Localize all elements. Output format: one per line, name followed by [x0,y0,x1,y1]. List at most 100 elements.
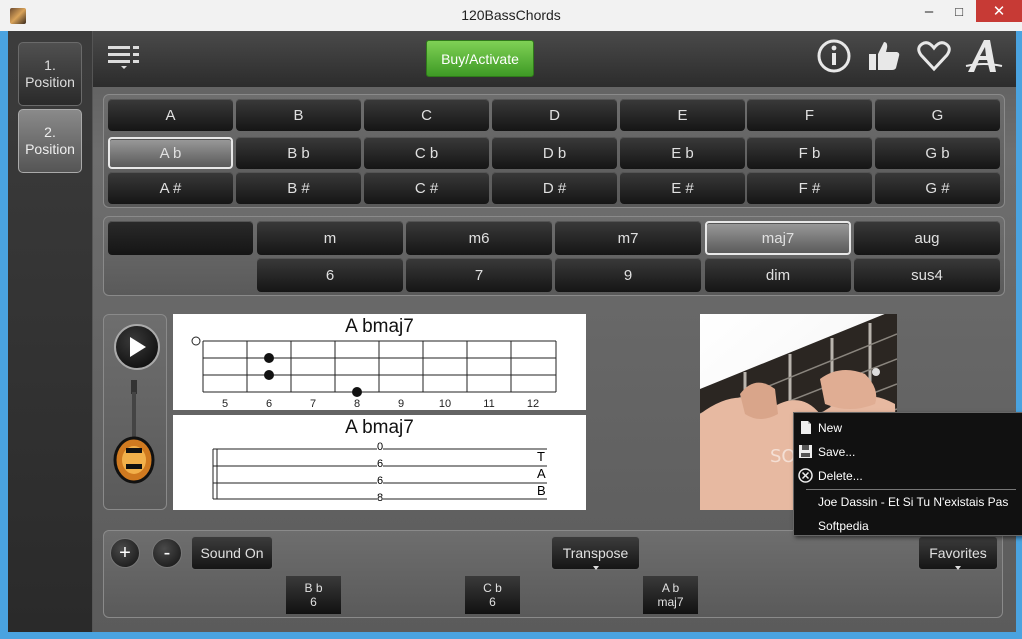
chord-type-button[interactable]: 6 [257,258,403,292]
note-button[interactable]: F b [747,137,872,169]
chip-type: 6 [489,595,496,609]
tablature-diagram: A bmaj7 0 6 6 8 T A B [173,415,586,510]
delete-icon [798,468,813,483]
note-button[interactable]: E [620,99,745,131]
fret-number: 10 [438,398,452,410]
heart-icon[interactable] [916,38,952,74]
finger-dot [264,353,274,363]
menu-item-new[interactable]: New [794,417,1022,439]
chord-type-button[interactable]: m [257,221,403,255]
note-button[interactable]: F # [747,172,872,204]
note-button[interactable]: C # [364,172,489,204]
info-icon[interactable] [816,38,852,74]
finger-dot [264,370,274,380]
note-button[interactable]: G [875,99,1000,131]
fretboard-grid [191,336,557,397]
tab-value: 6 [377,458,384,470]
chord-type-blank [108,221,253,255]
new-document-icon [801,421,811,434]
chord-type-button[interactable]: sus4 [854,258,1000,292]
window-title: 120BassChords [461,7,561,23]
tab-letter: A [537,466,546,481]
note-button[interactable]: E # [620,172,745,204]
note-button[interactable]: A # [108,172,233,204]
note-button[interactable]: B # [236,172,361,204]
thumbs-up-icon[interactable] [866,38,902,74]
note-button[interactable]: B [236,99,361,131]
favorites-dropdown-icon [955,566,961,570]
chord-type-button[interactable]: aug [854,221,1000,255]
note-button[interactable]: E b [620,137,745,169]
chip-type: 6 [310,595,317,609]
favorite-chord-chip[interactable]: C b 6 [465,576,520,614]
note-button[interactable]: B b [236,137,361,169]
chord-type-button[interactable]: 9 [555,258,701,292]
font-icon[interactable] [964,36,1004,76]
position-2-button[interactable]: 2. Position [18,109,82,173]
fret-number: 12 [526,398,540,410]
buy-activate-button[interactable]: Buy/Activate [426,40,534,77]
fret-number: 9 [397,398,405,410]
menu-item-label: New [818,421,843,435]
menu-separator [806,489,1016,490]
transpose-label: Transpose [562,545,629,561]
chord-type-button[interactable]: 7 [406,258,552,292]
tab-value: 6 [377,475,384,487]
note-button[interactable]: A b [108,137,233,169]
note-button[interactable]: C b [364,137,489,169]
sound-toggle-button[interactable]: Sound On [191,536,273,570]
chord-type-button[interactable]: dim [705,258,851,292]
menu-item-label: Joe Dassin - Et Si Tu N'existais Pas [818,495,1009,509]
favorites-label: Favorites [929,545,987,561]
note-button[interactable]: G b [875,137,1000,169]
favorites-button[interactable]: Favorites [918,536,998,570]
chip-note: C b [483,581,502,595]
maximize-button[interactable]: □ [944,0,974,22]
play-button[interactable] [114,324,160,370]
chord-type-button[interactable]: m7 [555,221,701,255]
chord-type-button[interactable]: maj7 [705,221,851,255]
tab-value: 0 [377,441,384,453]
finger-dot [352,387,362,397]
chip-type: maj7 [657,595,684,609]
open-string-marker [191,336,201,346]
note-button[interactable]: A [108,99,233,131]
menu-item-delete[interactable]: Delete... [794,465,1022,487]
note-button[interactable]: C [364,99,489,131]
chip-note: B b [304,581,323,595]
note-button[interactable]: G # [875,172,1000,204]
favorites-context-menu: New Save... Delete... Joe Dassin - Et Si… [793,412,1022,536]
note-button[interactable]: D # [492,172,617,204]
note-button[interactable]: D [492,99,617,131]
bass-guitar-icon [113,380,155,484]
fretboard-diagram: A bmaj7 5 6 7 8 9 10 11 12 [173,314,586,410]
position-1-number: 1. [44,57,56,73]
fret-number: 5 [221,398,229,410]
favorite-chord-chip[interactable]: B b 6 [286,576,341,614]
save-icon [799,445,812,458]
fret-number: 11 [483,398,495,410]
transpose-button[interactable]: Transpose [551,536,640,570]
fret-number: 7 [309,398,317,410]
transpose-dropdown-icon [593,566,599,570]
chord-type-button[interactable]: m6 [406,221,552,255]
note-button[interactable]: F [747,99,872,131]
menu-item-label: Softpedia [818,519,869,533]
note-button[interactable]: D b [492,137,617,169]
position-1-button[interactable]: 1. Position [18,42,82,106]
menu-item-favorite[interactable]: Joe Dassin - Et Si Tu N'existais Pas [794,491,1022,513]
favorite-chord-chip[interactable]: A b maj7 [643,576,698,614]
tab-value: 8 [377,492,384,504]
menu-item-save[interactable]: Save... [794,441,1022,463]
menu-item-favorite[interactable]: Softpedia [794,515,1022,537]
position-2-label: Position [25,141,75,157]
position-2-number: 2. [44,124,56,140]
remove-button[interactable]: - [152,538,182,568]
menu-item-label: Delete... [818,469,863,483]
tab-letter: B [537,483,546,498]
minimize-button[interactable]: – [914,0,944,22]
position-1-label: Position [25,74,75,90]
menu-icon[interactable] [108,44,140,70]
close-button[interactable]: ✕ [976,0,1022,22]
add-button[interactable]: + [110,538,140,568]
